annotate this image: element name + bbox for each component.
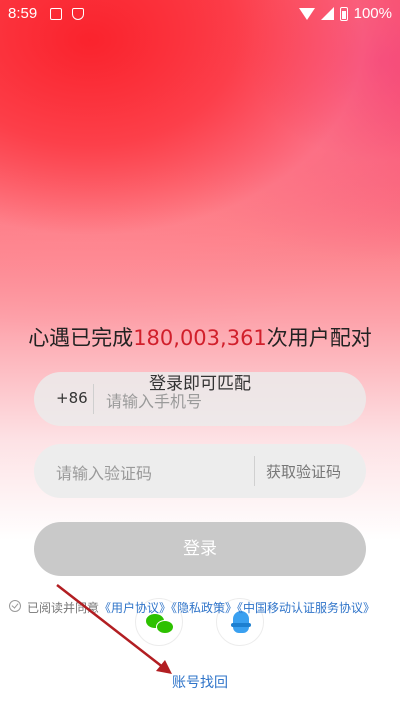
headline-suffix: 次用户配对: [266, 326, 372, 350]
code-placeholder: 请输入验证码: [56, 464, 153, 483]
code-divider: [254, 456, 255, 486]
privacy-policy-link[interactable]: 《隐私政策》: [171, 601, 237, 615]
account-recovery-link[interactable]: 账号找回: [0, 672, 400, 692]
status-right-group: 100%: [298, 5, 392, 22]
agreement-prefix: 已阅读并同意: [27, 601, 100, 615]
get-code-button[interactable]: 获取验证码: [266, 461, 341, 482]
wifi-icon: [298, 7, 315, 20]
login-button[interactable]: 登录: [34, 522, 366, 576]
agreement-checkbox[interactable]: [9, 600, 21, 612]
match-count-headline: 心遇已完成180,003,361次用户配对: [0, 322, 400, 352]
cmcc-agreement-link[interactable]: 《中国移动认证服务协议》: [237, 601, 375, 615]
status-time: 8:59: [8, 5, 38, 22]
qq-icon-scarf: [231, 623, 251, 627]
wechat-icon-bubble: [156, 620, 174, 634]
shield-icon: [72, 8, 84, 20]
agreement-text: 已阅读并同意《用户协议》《隐私政策》《中国移动认证服务协议》: [27, 599, 375, 616]
verification-code-input[interactable]: 请输入验证码 获取验证码: [34, 444, 366, 498]
battery-icon: [339, 6, 348, 21]
battery-level: 100%: [353, 5, 392, 22]
user-agreement-link[interactable]: 《用户协议》: [99, 601, 171, 615]
login-to-match-text: 登录即可匹配: [149, 374, 251, 394]
signal-icon: [320, 7, 334, 20]
headline-prefix: 心遇已完成: [28, 326, 134, 350]
match-count: 180,003,361: [133, 326, 267, 350]
status-bar: 8:59 100%: [0, 0, 400, 28]
notification-a-icon: [50, 8, 62, 20]
